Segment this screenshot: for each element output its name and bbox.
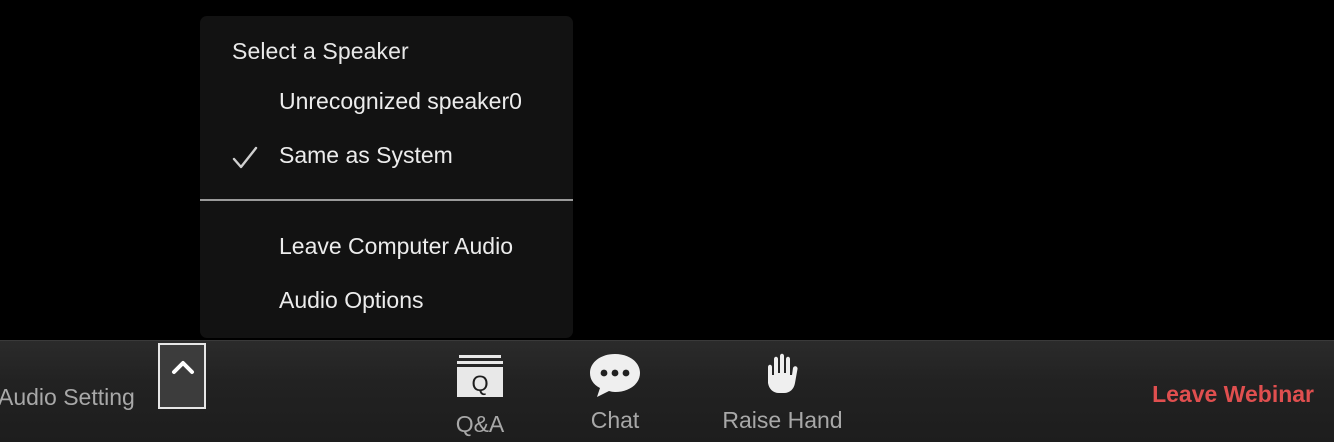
menu-item-label: Leave Computer Audio <box>279 233 513 259</box>
qa-button[interactable]: Q Q&A <box>440 341 520 442</box>
webinar-window: Select a Speaker Unrecognized speaker0 S… <box>0 0 1334 442</box>
audio-options-caret-button[interactable] <box>158 343 206 409</box>
menu-item-leave-computer-audio[interactable]: Leave Computer Audio <box>200 223 573 269</box>
chat-label: Chat <box>590 407 640 433</box>
meeting-toolbar: Audio Setting Q Q&A Chat Raise Hand Leav… <box>0 340 1334 442</box>
menu-divider <box>200 199 573 201</box>
leave-webinar-button[interactable]: Leave Webinar <box>1152 381 1314 408</box>
qa-icon: Q <box>457 355 503 397</box>
checkmark-icon <box>232 146 258 169</box>
qa-icon-glyph: Q <box>471 371 488 396</box>
menu-item-label: Unrecognized speaker0 <box>279 88 522 114</box>
raise-hand-icon <box>768 353 798 393</box>
menu-item-label: Same as System <box>279 142 453 168</box>
menu-item-audio-options[interactable]: Audio Options <box>200 277 573 323</box>
menu-item-same-as-system[interactable]: Same as System <box>200 132 573 178</box>
menu-header: Select a Speaker <box>232 38 409 64</box>
raise-hand-button[interactable]: Raise Hand <box>715 341 850 442</box>
speaker-dropdown-menu: Select a Speaker Unrecognized speaker0 S… <box>200 16 573 338</box>
audio-setting-button[interactable]: Audio Setting <box>0 384 135 411</box>
chevron-up-icon <box>172 361 194 374</box>
chat-bubble-icon <box>590 354 640 397</box>
raise-hand-label: Raise Hand <box>722 407 843 433</box>
qa-label: Q&A <box>455 411 505 437</box>
chat-button[interactable]: Chat <box>575 341 655 442</box>
menu-item-unrecognized-speaker[interactable]: Unrecognized speaker0 <box>200 78 573 124</box>
menu-item-label: Audio Options <box>279 287 424 313</box>
